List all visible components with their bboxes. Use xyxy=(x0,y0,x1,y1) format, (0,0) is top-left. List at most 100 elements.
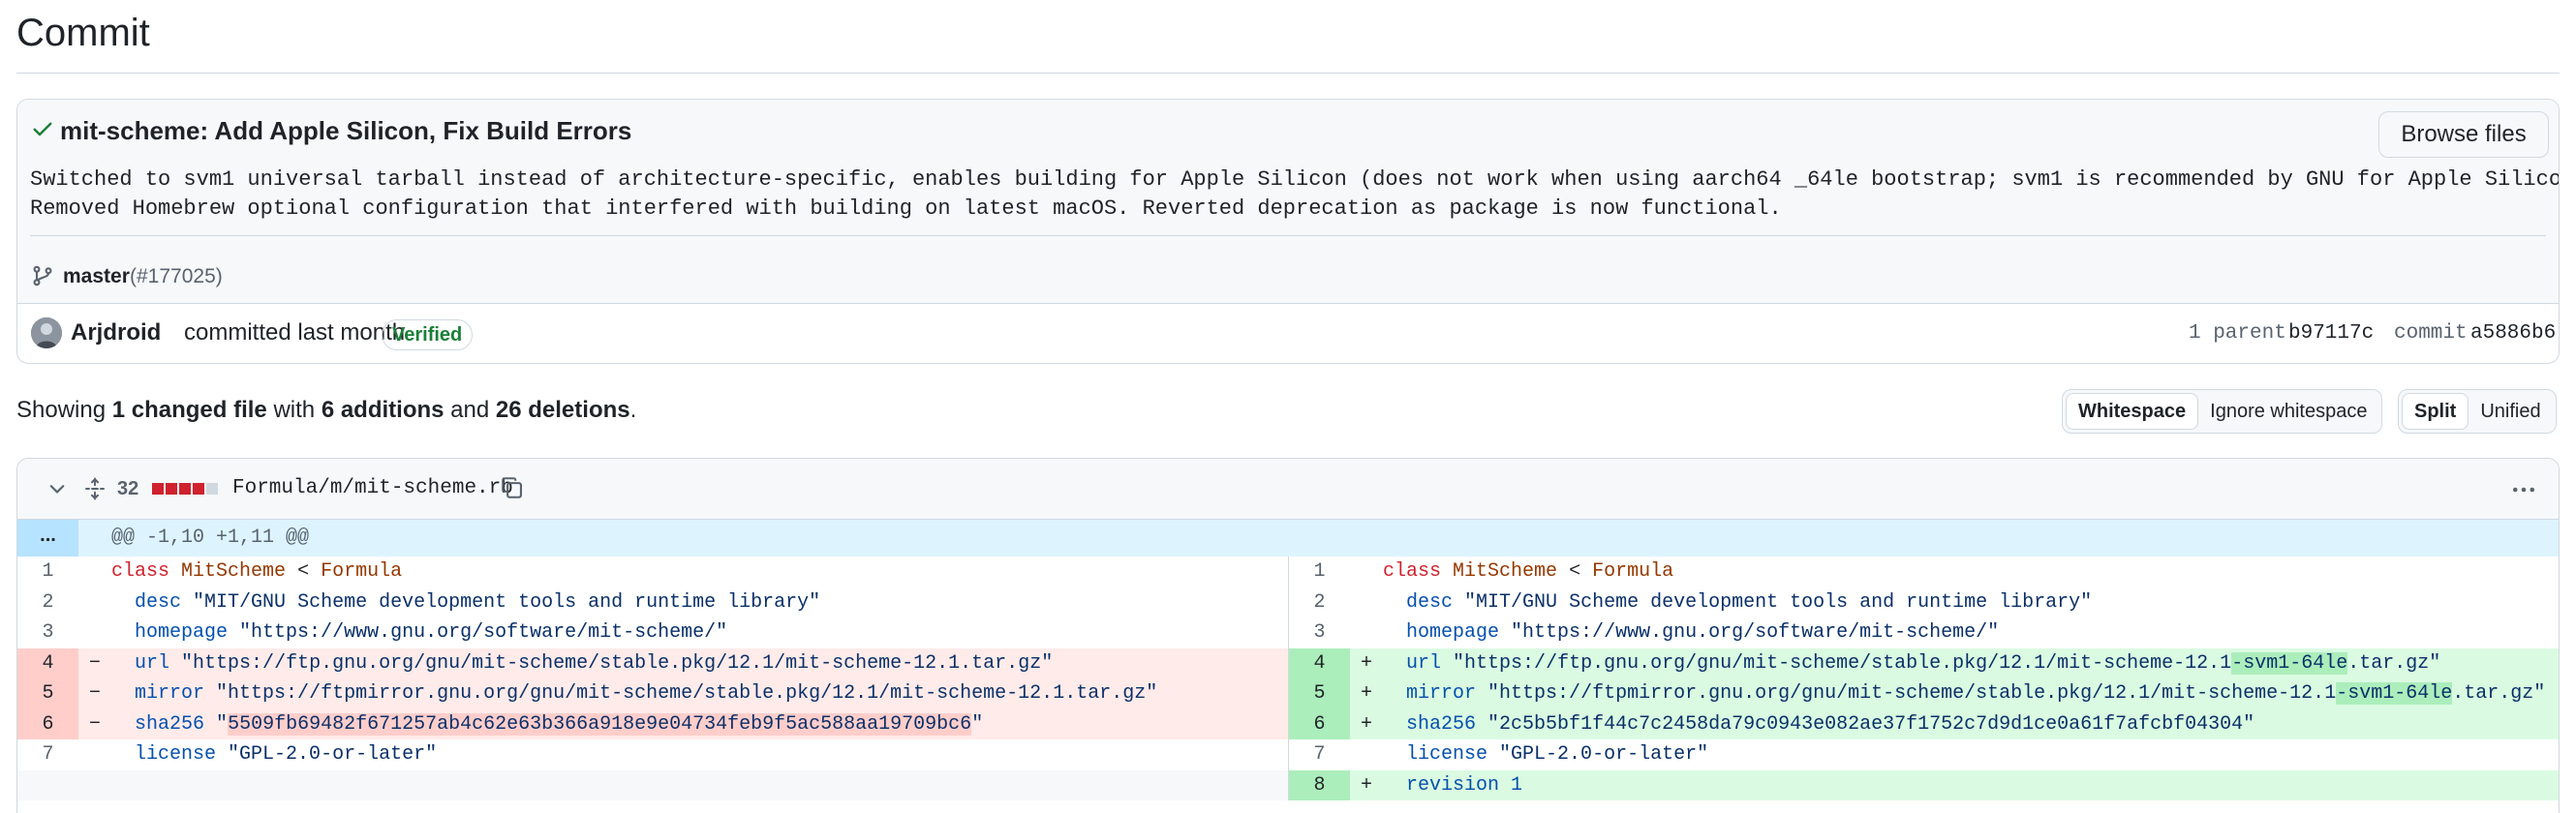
avatar[interactable] xyxy=(31,317,62,348)
line-number[interactable]: 7 xyxy=(17,739,78,770)
commit-label: commit xyxy=(2394,322,2468,345)
verified-badge[interactable]: Verified xyxy=(382,319,474,350)
parent-sha-link[interactable]: b97117c xyxy=(2288,322,2374,345)
code-token: url xyxy=(135,651,170,675)
summary-text: Showing xyxy=(16,397,107,423)
code-token: MitScheme xyxy=(1453,560,1558,583)
code-token: " xyxy=(971,712,984,736)
line-number[interactable]: 1 xyxy=(1289,557,1350,587)
kebab-menu-icon[interactable] xyxy=(2508,476,2539,503)
summary-text: with xyxy=(273,397,316,423)
line-number[interactable]: 6 xyxy=(17,708,78,739)
code-token: "https://ftpmirror.gnu.org/gnu/mit-schem… xyxy=(216,682,1158,705)
code-token: "GPL-2.0-or-later" xyxy=(228,743,438,766)
hunk-range: @@ -1,10 +1,11 @@ xyxy=(111,527,310,549)
line-number[interactable]: 5 xyxy=(17,678,78,709)
branch-link[interactable]: master xyxy=(63,265,130,288)
diff-row-added: 4 + url "https://ftp.gnu.org/gnu/mit-sche… xyxy=(1289,647,2559,679)
code-line: desc "MIT/GNU Scheme development tools a… xyxy=(1383,587,2092,618)
diff-row: 1 class MitScheme < Formula xyxy=(17,557,1288,587)
diff-marker: + xyxy=(1360,712,1372,736)
unified-view-option[interactable]: Unified xyxy=(2469,393,2552,430)
code-token-highlight: 5509fb69482f671257ab4c62e63b366a918e9e04… xyxy=(228,712,972,736)
code-token: Formula xyxy=(321,560,403,583)
file-path-link[interactable]: Formula/m/mit-scheme.rb xyxy=(232,477,513,499)
author-link[interactable]: Arjdroid xyxy=(71,319,161,346)
code-line: mirror "https://ftpmirror.gnu.org/gnu/mi… xyxy=(1383,678,2545,709)
diff-marker: + xyxy=(1360,651,1372,675)
expand-all-icon[interactable] xyxy=(83,476,107,501)
code-line: mirror "https://ftpmirror.gnu.org/gnu/mi… xyxy=(111,678,1157,709)
diff-marker: − xyxy=(88,712,101,736)
code-token: "GPL-2.0-or-later" xyxy=(1499,743,1709,766)
code-line: desc "MIT/GNU Scheme development tools a… xyxy=(111,587,820,618)
copy-icon[interactable] xyxy=(500,474,525,501)
line-number[interactable]: 6 xyxy=(1289,708,1350,739)
pull-request-link[interactable]: (#177025) xyxy=(130,265,223,288)
code-token: desc xyxy=(1406,590,1454,614)
split-view-option[interactable]: Split xyxy=(2402,393,2469,430)
diffstat-block xyxy=(166,483,177,495)
commit-box: mit-scheme: Add Apple Silicon, Fix Build… xyxy=(16,99,2560,364)
divider xyxy=(16,73,2560,74)
diffstat-block xyxy=(152,483,164,495)
diff-marker: + xyxy=(1360,773,1372,797)
code-token: url xyxy=(1406,651,1442,675)
line-number[interactable]: 2 xyxy=(17,587,78,618)
diff-row-added: 6 + sha256 "2c5b5bf1f44c7c2458da79c0943e0… xyxy=(1289,708,2559,739)
code-line: class MitScheme < Formula xyxy=(1383,557,1673,587)
code-token: "MIT/GNU Scheme development tools and ru… xyxy=(1464,590,2093,614)
diff-row: 7 license "GPL-2.0-or-later" xyxy=(1289,739,2559,770)
line-number[interactable]: 7 xyxy=(1289,739,1350,770)
code-token: Formula xyxy=(1592,560,1674,583)
line-number[interactable]: 1 xyxy=(17,557,78,587)
git-branch-icon xyxy=(33,265,52,286)
line-number[interactable]: 8 xyxy=(1289,769,1350,800)
diffstat-bar xyxy=(152,483,218,495)
view-mode-toggle: Split Unified xyxy=(2398,389,2557,434)
commit-sha: a5886b6 xyxy=(2470,322,2557,345)
ignore-whitespace-option[interactable]: Ignore whitespace xyxy=(2198,393,2378,430)
chevron-down-icon[interactable] xyxy=(46,478,68,499)
whitespace-toggle: Whitespace Ignore whitespace xyxy=(2062,389,2383,434)
line-number[interactable]: 3 xyxy=(17,617,78,648)
line-number[interactable]: 5 xyxy=(1289,678,1350,709)
code-token: "2c5b5bf1f44c7c2458da79c0943e082ae37f175… xyxy=(1487,712,2255,736)
code-line: homepage "https://www.gnu.org/software/m… xyxy=(1383,617,1999,648)
line-number[interactable]: 4 xyxy=(17,647,78,678)
line-number[interactable]: 4 xyxy=(1289,647,1350,678)
diff-left-pane: 1 class MitScheme < Formula 2 desc "MIT/G… xyxy=(17,557,1289,800)
commit-message-line: Switched to svm1 universal tarball inste… xyxy=(30,167,2560,192)
diffstat-block xyxy=(206,483,218,495)
whitespace-option[interactable]: Whitespace xyxy=(2066,393,2199,430)
summary-text: . xyxy=(629,397,637,423)
diff-right-pane: 1 class MitScheme < Formula 2 desc "MIT/G… xyxy=(1289,557,2559,800)
expand-hunk-button[interactable]: ... xyxy=(17,520,78,557)
line-number[interactable]: 2 xyxy=(1289,587,1350,618)
code-token: "https://ftp.gnu.org/gnu/mit-scheme/stab… xyxy=(181,651,1054,675)
diff-row: 7 license "GPL-2.0-or-later" xyxy=(17,739,1288,770)
hunk-header: ... @@ -1,10 +1,11 @@ xyxy=(17,520,2559,557)
diff-row: 1 class MitScheme < Formula xyxy=(1289,557,2559,587)
summary-files: 1 changed file xyxy=(111,397,267,423)
code-token: "https://ftp.gnu.org/gnu/mit-scheme/stab… xyxy=(1453,651,2232,675)
divider xyxy=(30,235,2546,236)
code-token: "https://www.gnu.org/software/mit-scheme… xyxy=(239,621,728,644)
commit-title: mit-scheme: Add Apple Silicon, Fix Build… xyxy=(60,116,632,145)
line-number[interactable]: 3 xyxy=(1289,617,1350,648)
code-line: url "https://ftp.gnu.org/gnu/mit-scheme/… xyxy=(1383,648,2440,679)
page-title: Commit xyxy=(16,12,150,54)
code-token: license xyxy=(135,743,217,766)
code-token: revision xyxy=(1406,773,1500,797)
code-token: license xyxy=(1406,743,1488,766)
check-icon[interactable] xyxy=(31,117,54,140)
parent-label: 1 parent xyxy=(2189,322,2286,345)
diff-marker: − xyxy=(88,682,101,705)
diffstat-block xyxy=(193,483,204,495)
browse-files-button[interactable]: Browse files xyxy=(2378,111,2549,158)
code-token-highlight: -svm1-64le xyxy=(2231,651,2348,675)
line-number xyxy=(17,769,78,800)
code-line: homepage "https://www.gnu.org/software/m… xyxy=(111,617,727,648)
code-token: desc xyxy=(135,590,182,614)
commit-time-text: committed last month xyxy=(184,319,406,346)
